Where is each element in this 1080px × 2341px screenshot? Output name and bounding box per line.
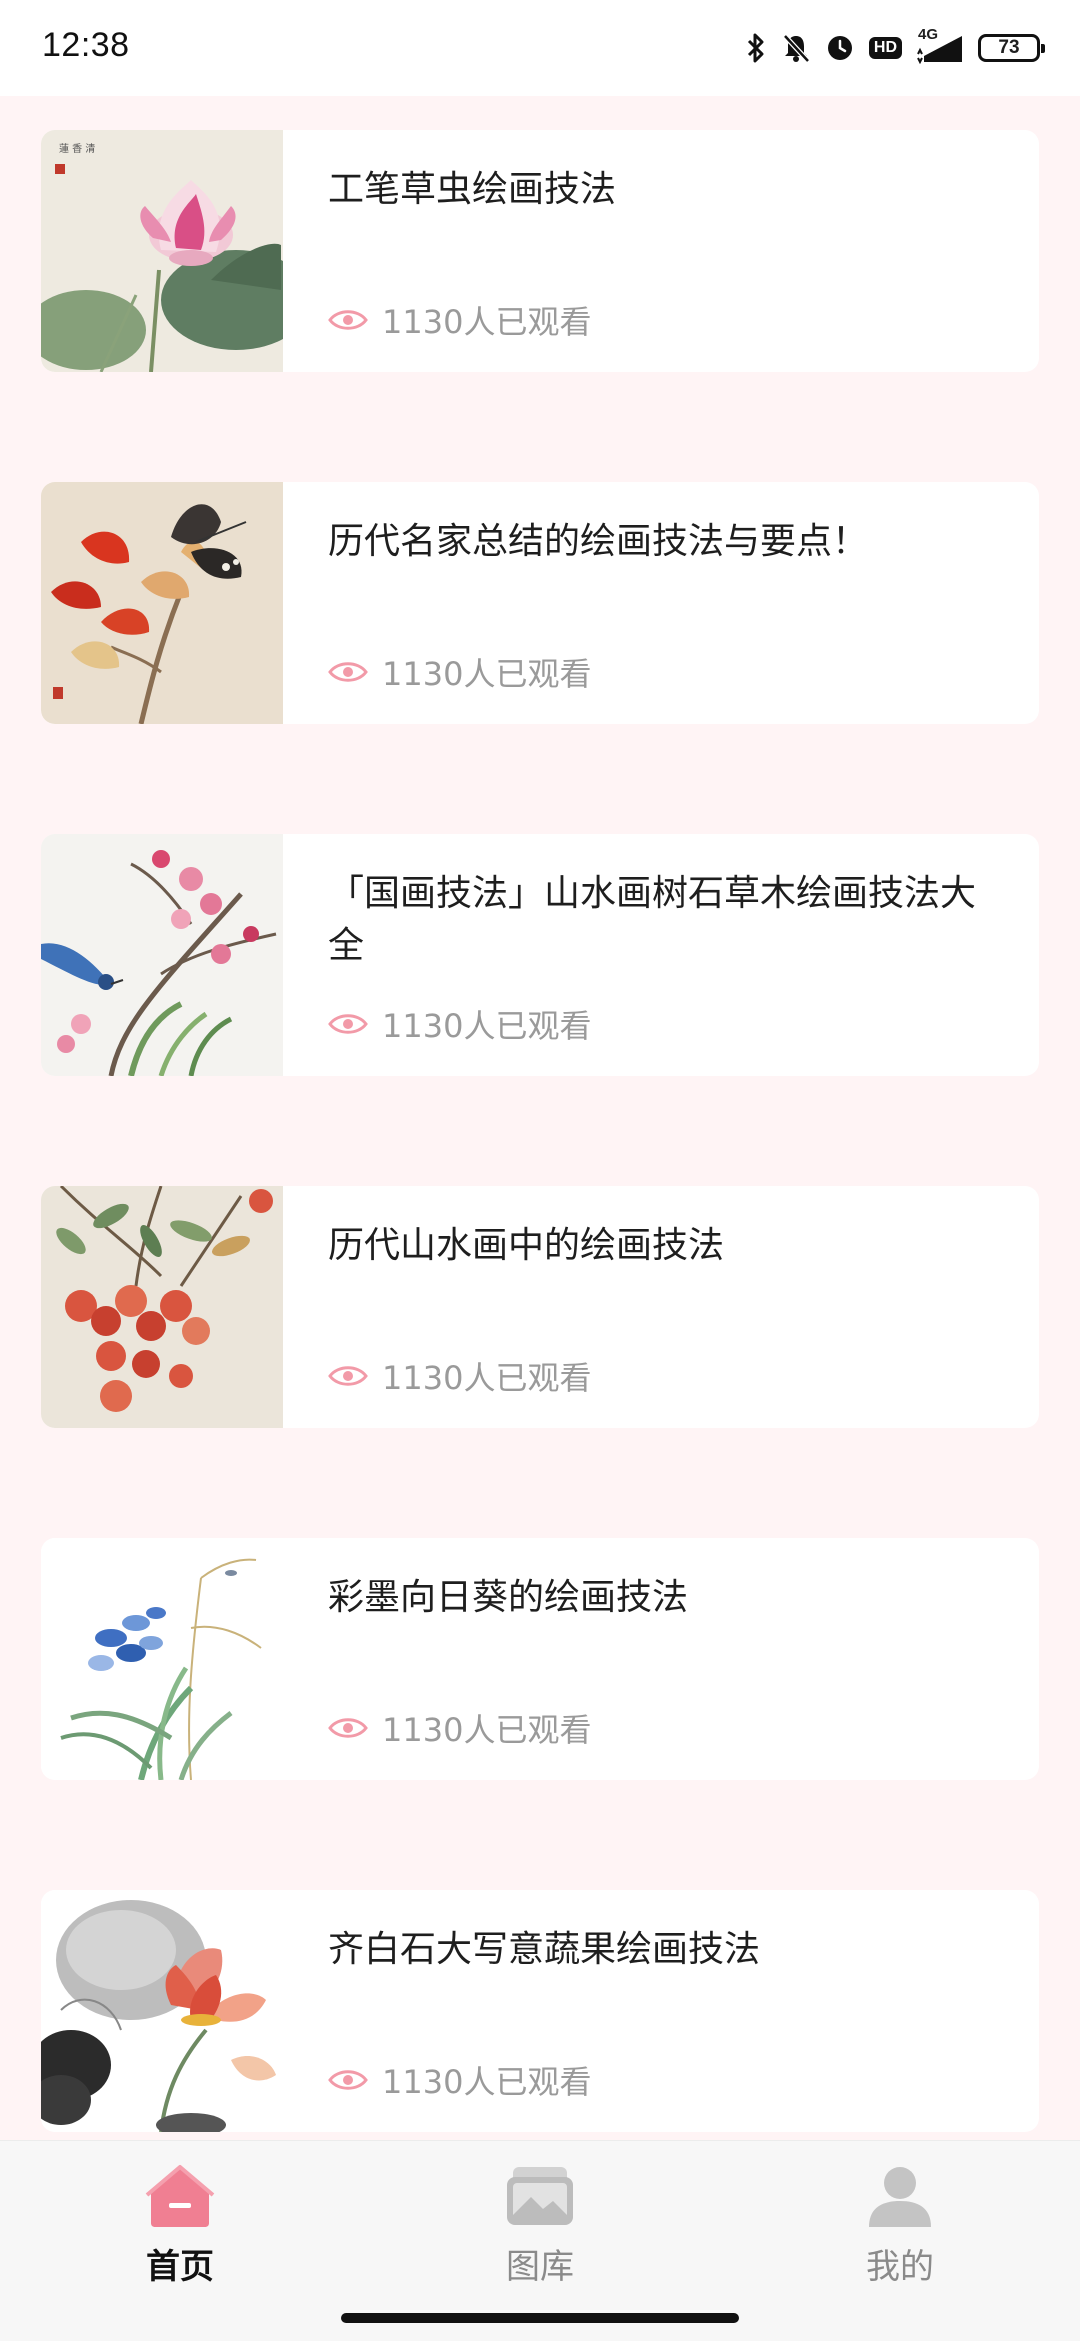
- status-bar: 12:38 HD 4G 73: [0, 0, 1080, 96]
- view-count-text: 1130人已观看: [382, 1711, 592, 1749]
- eye-icon: [328, 1364, 368, 1388]
- hd-badge: HD: [868, 37, 902, 59]
- article-card[interactable]: 历代名家总结的绘画技法与要点！ 1130人已观看: [41, 482, 1039, 724]
- svg-text:蓮 香 清: 蓮 香 清: [59, 142, 95, 155]
- lychee-painting-thumbnail: [41, 1186, 283, 1428]
- nav-gallery-label: 图库: [506, 2247, 574, 2287]
- status-time: 12:38: [42, 26, 130, 64]
- lotus-painting-thumbnail: 蓮 香 清: [41, 130, 283, 372]
- view-count-text: 1130人已观看: [382, 655, 592, 693]
- nav-home-label: 首页: [146, 2247, 214, 2287]
- view-count: 1130人已观看: [328, 650, 591, 694]
- view-count-text: 1130人已观看: [382, 2063, 592, 2101]
- iris-painting-thumbnail: [41, 1538, 283, 1780]
- eye-icon: [328, 1716, 368, 1740]
- article-title: 历代山水画中的绘画技法: [328, 1225, 725, 1266]
- profile-icon: [865, 2161, 935, 2231]
- nav-gallery[interactable]: 图库: [440, 2161, 640, 2311]
- view-count-text: 1130人已观看: [382, 1359, 592, 1397]
- view-count: 1130人已观看: [328, 1002, 591, 1046]
- article-title: 彩墨向日葵的绘画技法: [328, 1577, 689, 1618]
- article-title: 历代名家总结的绘画技法与要点！: [328, 521, 869, 562]
- alarm-clock-icon: [825, 33, 855, 63]
- signal-icon: 4G: [916, 26, 964, 64]
- nav-profile[interactable]: 我的: [800, 2161, 1000, 2311]
- article-card[interactable]: 齐白石大写意蔬果绘画技法 1130人已观看: [41, 1890, 1039, 2132]
- article-card[interactable]: 蓮 香 清 工笔草虫绘画技法 1130人已观看: [41, 130, 1039, 372]
- view-count: 1130人已观看: [328, 2058, 591, 2102]
- view-count-text: 1130人已观看: [382, 1007, 592, 1045]
- article-card[interactable]: 「国画技法」山水画树石草木绘画技法大全 1130人已观看: [41, 834, 1039, 1076]
- network-type: 4G: [918, 26, 939, 43]
- mute-bell-icon: [781, 32, 811, 64]
- battery-icon: 73: [978, 34, 1045, 62]
- nav-home[interactable]: 首页: [80, 2161, 280, 2311]
- view-count: 1130人已观看: [328, 298, 591, 342]
- view-count: 1130人已观看: [328, 1354, 591, 1398]
- bluetooth-icon: [745, 32, 767, 64]
- bottom-nav: 首页 图库 我的: [0, 2140, 1080, 2341]
- nav-profile-label: 我的: [866, 2247, 934, 2287]
- article-card[interactable]: 彩墨向日葵的绘画技法 1130人已观看: [41, 1538, 1039, 1780]
- view-count: 1130人已观看: [328, 1706, 591, 1750]
- eye-icon: [328, 1012, 368, 1036]
- status-icons: HD 4G 73: [745, 24, 1045, 72]
- article-title: 齐白石大写意蔬果绘画技法: [328, 1929, 761, 1970]
- eye-icon: [328, 308, 368, 332]
- ink-lotus-painting-thumbnail: [41, 1890, 283, 2132]
- plum-blossom-painting-thumbnail: [41, 834, 283, 1076]
- butterfly-painting-thumbnail: [41, 482, 283, 724]
- home-icon: [145, 2161, 215, 2231]
- article-title: 「国画技法」山水画树石草木绘画技法大全: [328, 873, 977, 966]
- view-count-text: 1130人已观看: [382, 303, 592, 341]
- eye-icon: [328, 2068, 368, 2092]
- article-title: 工笔草虫绘画技法: [328, 169, 617, 210]
- gallery-icon: [505, 2161, 575, 2231]
- eye-icon: [328, 660, 368, 684]
- article-card[interactable]: 历代山水画中的绘画技法 1130人已观看: [41, 1186, 1039, 1428]
- home-indicator[interactable]: [341, 2313, 739, 2323]
